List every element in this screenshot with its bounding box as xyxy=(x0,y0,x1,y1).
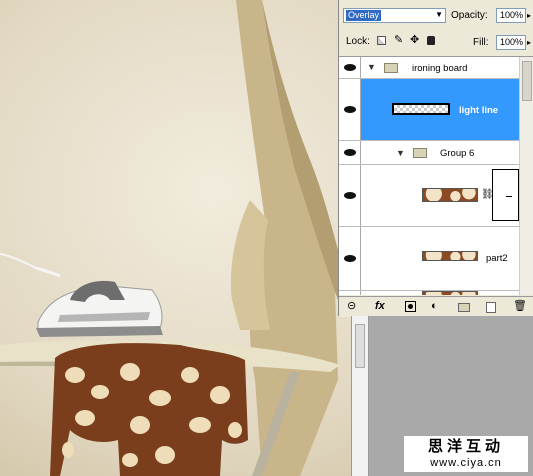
layer-mask-thumbnail[interactable] xyxy=(492,169,519,221)
visibility-eye-icon[interactable] xyxy=(339,291,361,295)
expand-triangle-icon[interactable]: ▼ xyxy=(396,148,405,158)
layer-row-group-6[interactable]: ▼ Group 6 xyxy=(339,141,519,165)
adjustment-icon[interactable]: ◐ xyxy=(431,300,438,313)
layer-thumbnail xyxy=(422,188,478,202)
folder-icon xyxy=(384,63,398,73)
visibility-eye-icon[interactable] xyxy=(339,227,361,290)
visibility-eye-icon[interactable] xyxy=(339,57,361,78)
fill-arrow-icon[interactable]: ▸ xyxy=(527,38,531,47)
document-scrollbar[interactable] xyxy=(351,316,369,476)
layer-thumbnail xyxy=(392,103,450,115)
visibility-eye-icon[interactable] xyxy=(339,79,361,140)
lock-transparent-icon[interactable] xyxy=(377,36,386,45)
blend-mode-select[interactable]: Overlay ▼ xyxy=(343,8,446,23)
layer-row-partial[interactable] xyxy=(339,291,519,295)
layer-thumbnail xyxy=(422,291,478,295)
iron-cord xyxy=(0,253,37,269)
lock-label: Lock: xyxy=(346,36,370,47)
mask-icon[interactable] xyxy=(405,301,416,312)
opacity-input[interactable]: 100% xyxy=(496,8,526,23)
lock-move-icon[interactable]: ✥ xyxy=(410,35,419,46)
layers-scrollbar[interactable] xyxy=(519,57,533,295)
layer-row-ironing-board[interactable]: ▼ ironing board xyxy=(339,57,519,79)
scrollbar-thumb[interactable] xyxy=(522,61,532,101)
watermark-url: www.ciya.cn xyxy=(430,457,502,469)
opacity-arrow-icon[interactable]: ▸ xyxy=(527,11,531,20)
layer-name: ironing board xyxy=(412,63,468,74)
layers-list: ▼ ironing board light line ▼ Group 6 ⛓ p… xyxy=(339,56,533,295)
expand-triangle-icon[interactable]: ▼ xyxy=(367,62,376,72)
fx-icon[interactable]: fx xyxy=(375,300,385,313)
blend-row: Overlay ▼ Opacity: 100% ▸ xyxy=(339,0,533,30)
giraffe-fabric xyxy=(50,343,248,476)
scrollbar-thumb[interactable] xyxy=(355,324,365,368)
lock-brush-icon[interactable]: ✎ xyxy=(394,35,403,46)
opacity-label: Opacity: xyxy=(451,10,488,21)
folder-icon xyxy=(413,148,427,158)
lock-row: Lock: ✎ ✥ Fill: 100% ▸ xyxy=(339,30,533,54)
fill-label: Fill: xyxy=(473,37,489,48)
layer-thumbnail xyxy=(422,251,478,261)
layer-row-light-line[interactable]: light line xyxy=(339,79,519,141)
iron-cord xyxy=(35,266,61,278)
layer-name: light line xyxy=(459,105,499,116)
chevron-down-icon: ▼ xyxy=(435,10,443,19)
layer-row-part2[interactable]: part2 xyxy=(339,227,519,291)
layers-footer: ⊝ fx ◐ 🗑 xyxy=(339,296,533,317)
trash-icon[interactable]: 🗑 xyxy=(513,300,527,313)
lock-all-icon[interactable] xyxy=(427,36,435,45)
layer-name: part2 xyxy=(486,253,508,264)
new-layer-icon[interactable] xyxy=(486,302,496,313)
layer-row-masked[interactable]: ⛓ xyxy=(339,165,519,227)
visibility-eye-icon[interactable] xyxy=(339,165,361,226)
folder-icon[interactable] xyxy=(458,303,470,312)
visibility-eye-icon[interactable] xyxy=(339,141,361,164)
watermark-title: 思洋互动 xyxy=(427,438,504,455)
blend-mode-value: Overlay xyxy=(346,10,382,21)
watermark: 思洋互动 www.ciya.cn xyxy=(404,436,528,472)
layer-name: Group 6 xyxy=(440,148,475,159)
layers-panel: Overlay ▼ Opacity: 100% ▸ Lock: ✎ ✥ Fill… xyxy=(338,0,533,317)
fill-input[interactable]: 100% xyxy=(496,35,526,50)
link-icon[interactable]: ⊝ xyxy=(347,300,356,313)
